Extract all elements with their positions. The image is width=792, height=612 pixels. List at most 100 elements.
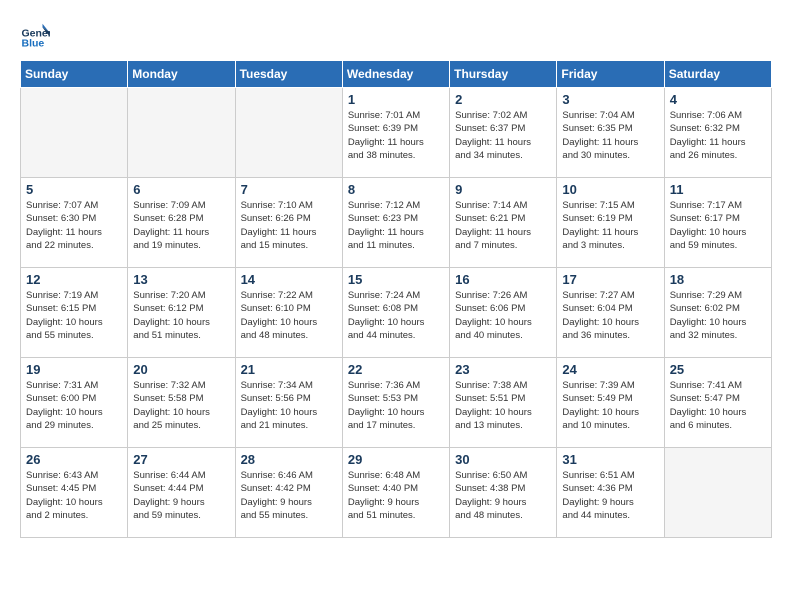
calendar-cell: 17 Sunrise: 7:27 AM Sunset: 6:04 PM Dayli…	[557, 268, 664, 358]
calendar-cell: 24 Sunrise: 7:39 AM Sunset: 5:49 PM Dayli…	[557, 358, 664, 448]
calendar-cell: 26 Sunrise: 6:43 AM Sunset: 4:45 PM Dayli…	[21, 448, 128, 538]
calendar-cell	[128, 88, 235, 178]
day-number: 27	[133, 452, 229, 467]
calendar-cell: 12Sunrise: 7:19 AM Sunset: 6:15 PM Dayli…	[21, 268, 128, 358]
day-info: Sunrise: 7:06 AM Sunset: 6:32 PM Dayligh…	[670, 109, 766, 162]
day-number: 18	[670, 272, 766, 287]
page-header: General Blue	[20, 20, 772, 50]
day-number: 4	[670, 92, 766, 107]
calendar-cell: 4 Sunrise: 7:06 AM Sunset: 6:32 PM Daylig…	[664, 88, 771, 178]
day-info: Sunrise: 7:32 AM Sunset: 5:58 PM Dayligh…	[133, 379, 229, 432]
day-number: 24	[562, 362, 658, 377]
calendar-cell: 8 Sunrise: 7:12 AM Sunset: 6:23 PM Daylig…	[342, 178, 449, 268]
day-info: Sunrise: 7:24 AM Sunset: 6:08 PM Dayligh…	[348, 289, 444, 342]
calendar-cell: 18 Sunrise: 7:29 AM Sunset: 6:02 PM Dayli…	[664, 268, 771, 358]
day-info: Sunrise: 7:31 AM Sunset: 6:00 PM Dayligh…	[26, 379, 122, 432]
day-info: Sunrise: 7:41 AM Sunset: 5:47 PM Dayligh…	[670, 379, 766, 432]
calendar-cell: 19 Sunrise: 7:31 AM Sunset: 6:00 PM Dayli…	[21, 358, 128, 448]
day-number: 19	[26, 362, 122, 377]
day-info: Sunrise: 7:29 AM Sunset: 6:02 PM Dayligh…	[670, 289, 766, 342]
day-number: 14	[241, 272, 337, 287]
calendar-cell: 29Sunrise: 6:48 AM Sunset: 4:40 PM Dayli…	[342, 448, 449, 538]
day-number: 8	[348, 182, 444, 197]
calendar-cell	[664, 448, 771, 538]
day-number: 1	[348, 92, 444, 107]
calendar-week-4: 19 Sunrise: 7:31 AM Sunset: 6:00 PM Dayli…	[21, 358, 772, 448]
calendar-cell: 30 Sunrise: 6:50 AM Sunset: 4:38 PM Dayli…	[450, 448, 557, 538]
calendar-cell: 31 Sunrise: 6:51 AM Sunset: 4:36 PM Dayli…	[557, 448, 664, 538]
day-number: 6	[133, 182, 229, 197]
calendar-cell: 2 Sunrise: 7:02 AM Sunset: 6:37 PM Daylig…	[450, 88, 557, 178]
day-info: Sunrise: 7:38 AM Sunset: 5:51 PM Dayligh…	[455, 379, 551, 432]
calendar-cell: 6 Sunrise: 7:09 AM Sunset: 6:28 PM Daylig…	[128, 178, 235, 268]
day-number: 16	[455, 272, 551, 287]
calendar-week-5: 26 Sunrise: 6:43 AM Sunset: 4:45 PM Dayli…	[21, 448, 772, 538]
day-number: 28	[241, 452, 337, 467]
day-info: Sunrise: 6:46 AM Sunset: 4:42 PM Dayligh…	[241, 469, 337, 522]
day-info: Sunrise: 7:17 AM Sunset: 6:17 PM Dayligh…	[670, 199, 766, 252]
calendar-cell: 11 Sunrise: 7:17 AM Sunset: 6:17 PM Dayli…	[664, 178, 771, 268]
day-number: 7	[241, 182, 337, 197]
day-info: Sunrise: 7:12 AM Sunset: 6:23 PM Dayligh…	[348, 199, 444, 252]
logo-icon: General Blue	[20, 20, 50, 50]
calendar-cell: 23 Sunrise: 7:38 AM Sunset: 5:51 PM Dayli…	[450, 358, 557, 448]
day-number: 25	[670, 362, 766, 377]
day-header-tuesday: Tuesday	[235, 61, 342, 88]
day-number: 3	[562, 92, 658, 107]
calendar-cell: 25 Sunrise: 7:41 AM Sunset: 5:47 PM Dayli…	[664, 358, 771, 448]
calendar-cell: 20 Sunrise: 7:32 AM Sunset: 5:58 PM Dayli…	[128, 358, 235, 448]
day-number: 23	[455, 362, 551, 377]
day-info: Sunrise: 7:09 AM Sunset: 6:28 PM Dayligh…	[133, 199, 229, 252]
day-header-thursday: Thursday	[450, 61, 557, 88]
svg-text:Blue: Blue	[22, 37, 45, 49]
calendar-cell: 22 Sunrise: 7:36 AM Sunset: 5:53 PM Dayli…	[342, 358, 449, 448]
calendar-cell	[21, 88, 128, 178]
day-info: Sunrise: 7:10 AM Sunset: 6:26 PM Dayligh…	[241, 199, 337, 252]
day-info: Sunrise: 7:01 AM Sunset: 6:39 PM Dayligh…	[348, 109, 444, 162]
logo: General Blue	[20, 20, 54, 50]
day-info: Sunrise: 6:44 AM Sunset: 4:44 PM Dayligh…	[133, 469, 229, 522]
day-number: 15	[348, 272, 444, 287]
day-info: Sunrise: 7:36 AM Sunset: 5:53 PM Dayligh…	[348, 379, 444, 432]
day-number: 31	[562, 452, 658, 467]
calendar-cell: 13 Sunrise: 7:20 AM Sunset: 6:12 PM Dayli…	[128, 268, 235, 358]
day-number: 5	[26, 182, 122, 197]
calendar-cell: 7 Sunrise: 7:10 AM Sunset: 6:26 PM Daylig…	[235, 178, 342, 268]
day-number: 11	[670, 182, 766, 197]
day-number: 13	[133, 272, 229, 287]
day-info: Sunrise: 6:51 AM Sunset: 4:36 PM Dayligh…	[562, 469, 658, 522]
calendar-header-row: SundayMondayTuesdayWednesdayThursdayFrid…	[21, 61, 772, 88]
day-number: 26	[26, 452, 122, 467]
day-info: Sunrise: 7:26 AM Sunset: 6:06 PM Dayligh…	[455, 289, 551, 342]
calendar-cell	[235, 88, 342, 178]
day-number: 2	[455, 92, 551, 107]
day-number: 9	[455, 182, 551, 197]
day-info: Sunrise: 7:27 AM Sunset: 6:04 PM Dayligh…	[562, 289, 658, 342]
day-info: Sunrise: 6:50 AM Sunset: 4:38 PM Dayligh…	[455, 469, 551, 522]
day-info: Sunrise: 7:14 AM Sunset: 6:21 PM Dayligh…	[455, 199, 551, 252]
calendar-cell: 27 Sunrise: 6:44 AM Sunset: 4:44 PM Dayli…	[128, 448, 235, 538]
day-info: Sunrise: 7:02 AM Sunset: 6:37 PM Dayligh…	[455, 109, 551, 162]
day-info: Sunrise: 7:15 AM Sunset: 6:19 PM Dayligh…	[562, 199, 658, 252]
calendar-cell: 16 Sunrise: 7:26 AM Sunset: 6:06 PM Dayli…	[450, 268, 557, 358]
day-info: Sunrise: 7:39 AM Sunset: 5:49 PM Dayligh…	[562, 379, 658, 432]
day-number: 21	[241, 362, 337, 377]
calendar-cell: 1 Sunrise: 7:01 AM Sunset: 6:39 PM Daylig…	[342, 88, 449, 178]
day-number: 10	[562, 182, 658, 197]
day-number: 20	[133, 362, 229, 377]
calendar-week-2: 5Sunrise: 7:07 AM Sunset: 6:30 PM Daylig…	[21, 178, 772, 268]
calendar-table: SundayMondayTuesdayWednesdayThursdayFrid…	[20, 60, 772, 538]
calendar-cell: 3Sunrise: 7:04 AM Sunset: 6:35 PM Daylig…	[557, 88, 664, 178]
day-header-friday: Friday	[557, 61, 664, 88]
day-info: Sunrise: 7:20 AM Sunset: 6:12 PM Dayligh…	[133, 289, 229, 342]
day-number: 30	[455, 452, 551, 467]
day-info: Sunrise: 7:19 AM Sunset: 6:15 PM Dayligh…	[26, 289, 122, 342]
day-info: Sunrise: 6:43 AM Sunset: 4:45 PM Dayligh…	[26, 469, 122, 522]
day-number: 22	[348, 362, 444, 377]
calendar-cell: 28 Sunrise: 6:46 AM Sunset: 4:42 PM Dayli…	[235, 448, 342, 538]
calendar-cell: 5Sunrise: 7:07 AM Sunset: 6:30 PM Daylig…	[21, 178, 128, 268]
calendar-cell: 15 Sunrise: 7:24 AM Sunset: 6:08 PM Dayli…	[342, 268, 449, 358]
day-info: Sunrise: 7:22 AM Sunset: 6:10 PM Dayligh…	[241, 289, 337, 342]
day-number: 17	[562, 272, 658, 287]
day-number: 29	[348, 452, 444, 467]
